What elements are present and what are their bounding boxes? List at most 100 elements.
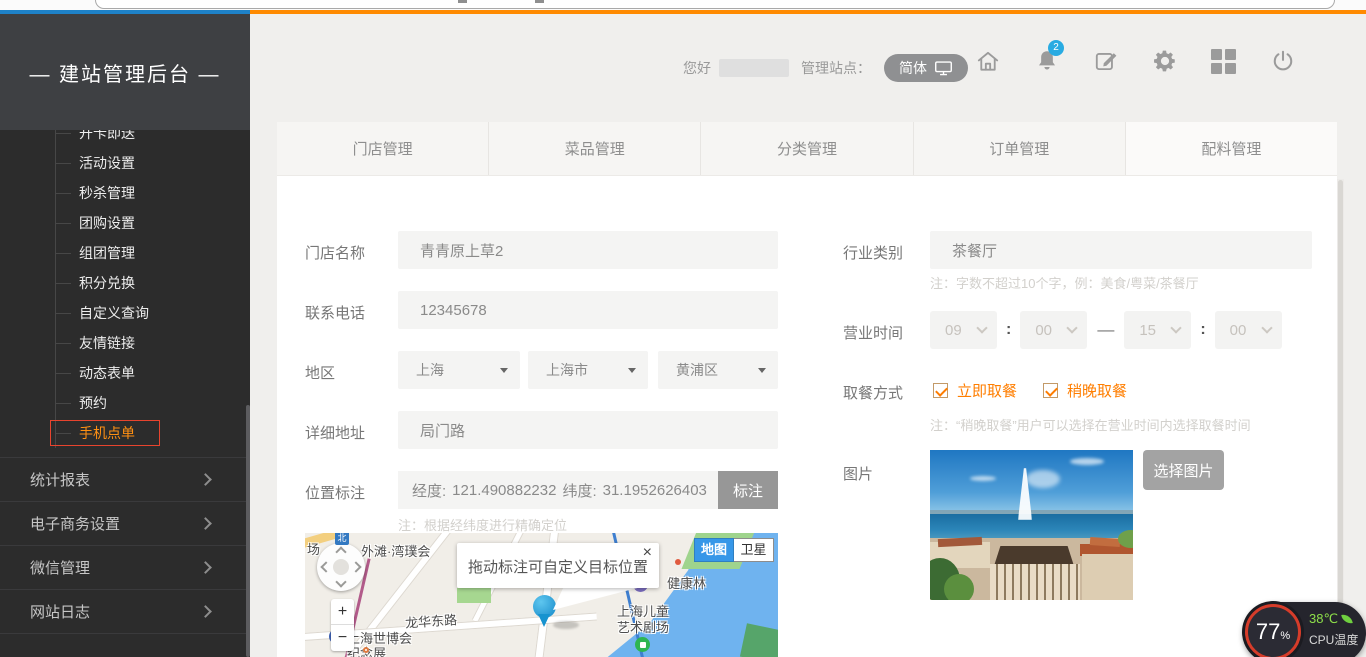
mark-location-button[interactable]: 标注: [718, 471, 778, 509]
admin-backend-screen: 开卡即送 活动设置 秒杀管理 团购设置 组团管理 积分兑换 自定义查询 友情链接…: [0, 0, 1366, 657]
poi-dot: [363, 647, 369, 653]
notification-badge: 2: [1048, 40, 1064, 56]
dropdown-arrow-icon: [628, 368, 636, 373]
sidebar-item-label[interactable]: 自定义查询: [79, 303, 149, 323]
tree-tick: [55, 403, 71, 404]
location-pin-marker[interactable]: [533, 595, 557, 629]
dark-roof: [994, 546, 1074, 566]
zoom-in-button[interactable]: +: [331, 599, 354, 624]
map-label-park: 健康林: [667, 573, 706, 592]
end-minute-select[interactable]: 00: [1215, 311, 1282, 349]
end-hour-select[interactable]: 15: [1124, 311, 1191, 349]
sidebar-item-label[interactable]: 秒杀管理: [79, 183, 135, 203]
address-input[interactable]: 局门路: [398, 411, 778, 449]
map-type-toggle: 地图 卫星: [694, 538, 774, 562]
sidebar-item-label[interactable]: 积分兑换: [79, 273, 135, 293]
phone-input[interactable]: 12345678: [398, 291, 778, 329]
sidebar-item[interactable]: 团购设置: [0, 208, 250, 238]
zoom-out-button[interactable]: −: [331, 624, 354, 650]
district-select[interactable]: 黄浦区: [658, 351, 778, 389]
end-minute-value: 00: [1230, 322, 1247, 339]
pickup-later-label[interactable]: 稍晚取餐: [1067, 380, 1127, 401]
sidebar-item[interactable]: 友情链接: [0, 328, 250, 358]
start-hour-value: 09: [945, 322, 962, 339]
apps-grid-icon[interactable]: [1211, 48, 1237, 74]
address-bar-partial[interactable]: [95, 0, 1335, 9]
map-label-road: 龙华东路: [404, 609, 457, 632]
province-select[interactable]: 上海: [398, 351, 520, 389]
active-item-highlight-box: [50, 420, 160, 446]
sidebar-item[interactable]: 秒杀管理: [0, 178, 250, 208]
tab-order-management[interactable]: 订单管理: [914, 122, 1126, 175]
satellite-view-button[interactable]: 卫星: [734, 538, 774, 562]
sidebar-item-label[interactable]: 组团管理: [79, 243, 135, 263]
sidebar-item-label[interactable]: 活动设置: [79, 153, 135, 173]
tab-store-management[interactable]: 门店管理: [277, 122, 489, 175]
power-logout-icon[interactable]: [1270, 48, 1296, 74]
language-site-button[interactable]: 简体: [884, 54, 968, 82]
username-redacted: [719, 59, 789, 77]
coordinates-input[interactable]: 经度: 121.490882232 纬度: 31.1952626403: [398, 471, 718, 509]
sidebar-scrollbar[interactable]: [246, 405, 250, 657]
content-scrollbar[interactable]: [1337, 179, 1344, 657]
sidebar-item[interactable]: 积分兑换: [0, 268, 250, 298]
start-hour-select[interactable]: 09: [930, 311, 997, 349]
pan-left-arrow-icon[interactable]: [320, 561, 331, 572]
sidebar-item-label[interactable]: 预约: [79, 393, 107, 413]
divider: [0, 633, 250, 634]
chevron-right-icon: [199, 517, 212, 530]
sidebar-section-wechat[interactable]: 微信管理: [0, 545, 250, 589]
notifications-bell-icon[interactable]: 2: [1034, 48, 1060, 74]
sidebar-item[interactable]: 活动设置: [0, 148, 250, 178]
home-icon[interactable]: [975, 48, 1001, 74]
pan-center[interactable]: [333, 559, 349, 575]
city-select[interactable]: 上海市: [528, 351, 648, 389]
time-colon: :: [1200, 321, 1205, 339]
sidebar-section-reports[interactable]: 统计报表: [0, 457, 250, 501]
pickup-later-checkbox[interactable]: [1043, 383, 1058, 398]
section-label: 电子商务设置: [30, 513, 201, 534]
tab-ingredient-management[interactable]: 配料管理: [1126, 122, 1337, 175]
dropdown-arrow-icon: [758, 368, 766, 373]
sidebar-item[interactable]: 预约: [0, 388, 250, 418]
sidebar-item[interactable]: 动态表单: [0, 358, 250, 388]
sidebar-item[interactable]: 自定义查询: [0, 298, 250, 328]
sidebar-section-logs[interactable]: 网站日志: [0, 589, 250, 633]
chevron-down-icon: [976, 322, 987, 333]
sidebar-item[interactable]: 组团管理: [0, 238, 250, 268]
cpu-monitor-widget[interactable]: 77 % 38℃ CPU温度: [1243, 602, 1366, 657]
cpu-temp-label: CPU温度: [1309, 631, 1358, 648]
start-minute-select[interactable]: 00: [1020, 311, 1087, 349]
end-hour-value: 15: [1139, 322, 1156, 339]
sidebar-item-label[interactable]: 友情链接: [79, 333, 135, 353]
settings-gear-icon[interactable]: [1152, 48, 1178, 74]
manage-site-label: 管理站点：: [801, 58, 871, 78]
pickup-now-label[interactable]: 立即取餐: [957, 380, 1017, 401]
scrollbar-thumb[interactable]: [1338, 180, 1343, 640]
pan-up-arrow-icon[interactable]: [335, 546, 346, 557]
map-view-button[interactable]: 地图: [694, 538, 734, 562]
map-pan-control[interactable]: [317, 543, 365, 591]
location-note: 注：根据经纬度进行精确定位: [398, 515, 567, 534]
tab-dish-management[interactable]: 菜品管理: [489, 122, 701, 175]
map-zoom-control[interactable]: + −: [331, 599, 354, 651]
tab-category-management[interactable]: 分类管理: [701, 122, 913, 175]
store-name-input[interactable]: 青青原上草2: [398, 231, 778, 269]
baidu-map[interactable]: 场 外滩·湾璞会 龙华东路 上海世博会 纪念展 上海儿童 艺术剧场 健康林 北: [305, 533, 778, 657]
address-label: 详细地址: [305, 422, 365, 443]
edit-compose-icon[interactable]: [1093, 48, 1119, 74]
location-field: 经度: 121.490882232 纬度: 31.1952626403 标注: [398, 471, 778, 509]
province-value: 上海: [416, 360, 444, 380]
sidebar-item-label[interactable]: 动态表单: [79, 363, 135, 383]
chevron-down-icon: [1067, 322, 1078, 333]
sidebar-item-label[interactable]: 团购设置: [79, 213, 135, 233]
pickup-now-checkbox[interactable]: [933, 383, 948, 398]
sidebar-section-ecommerce[interactable]: 电子商务设置: [0, 501, 250, 545]
city-value: 上海市: [546, 360, 588, 380]
pan-down-arrow-icon[interactable]: [335, 576, 346, 587]
sidebar: 开卡即送 活动设置 秒杀管理 团购设置 组团管理 积分兑换 自定义查询 友情链接…: [0, 14, 250, 657]
industry-input[interactable]: 茶餐厅: [930, 231, 1312, 269]
choose-image-button[interactable]: 选择图片: [1143, 450, 1224, 490]
pan-right-arrow-icon[interactable]: [350, 561, 361, 572]
tooltip-close-icon[interactable]: ×: [643, 544, 652, 562]
